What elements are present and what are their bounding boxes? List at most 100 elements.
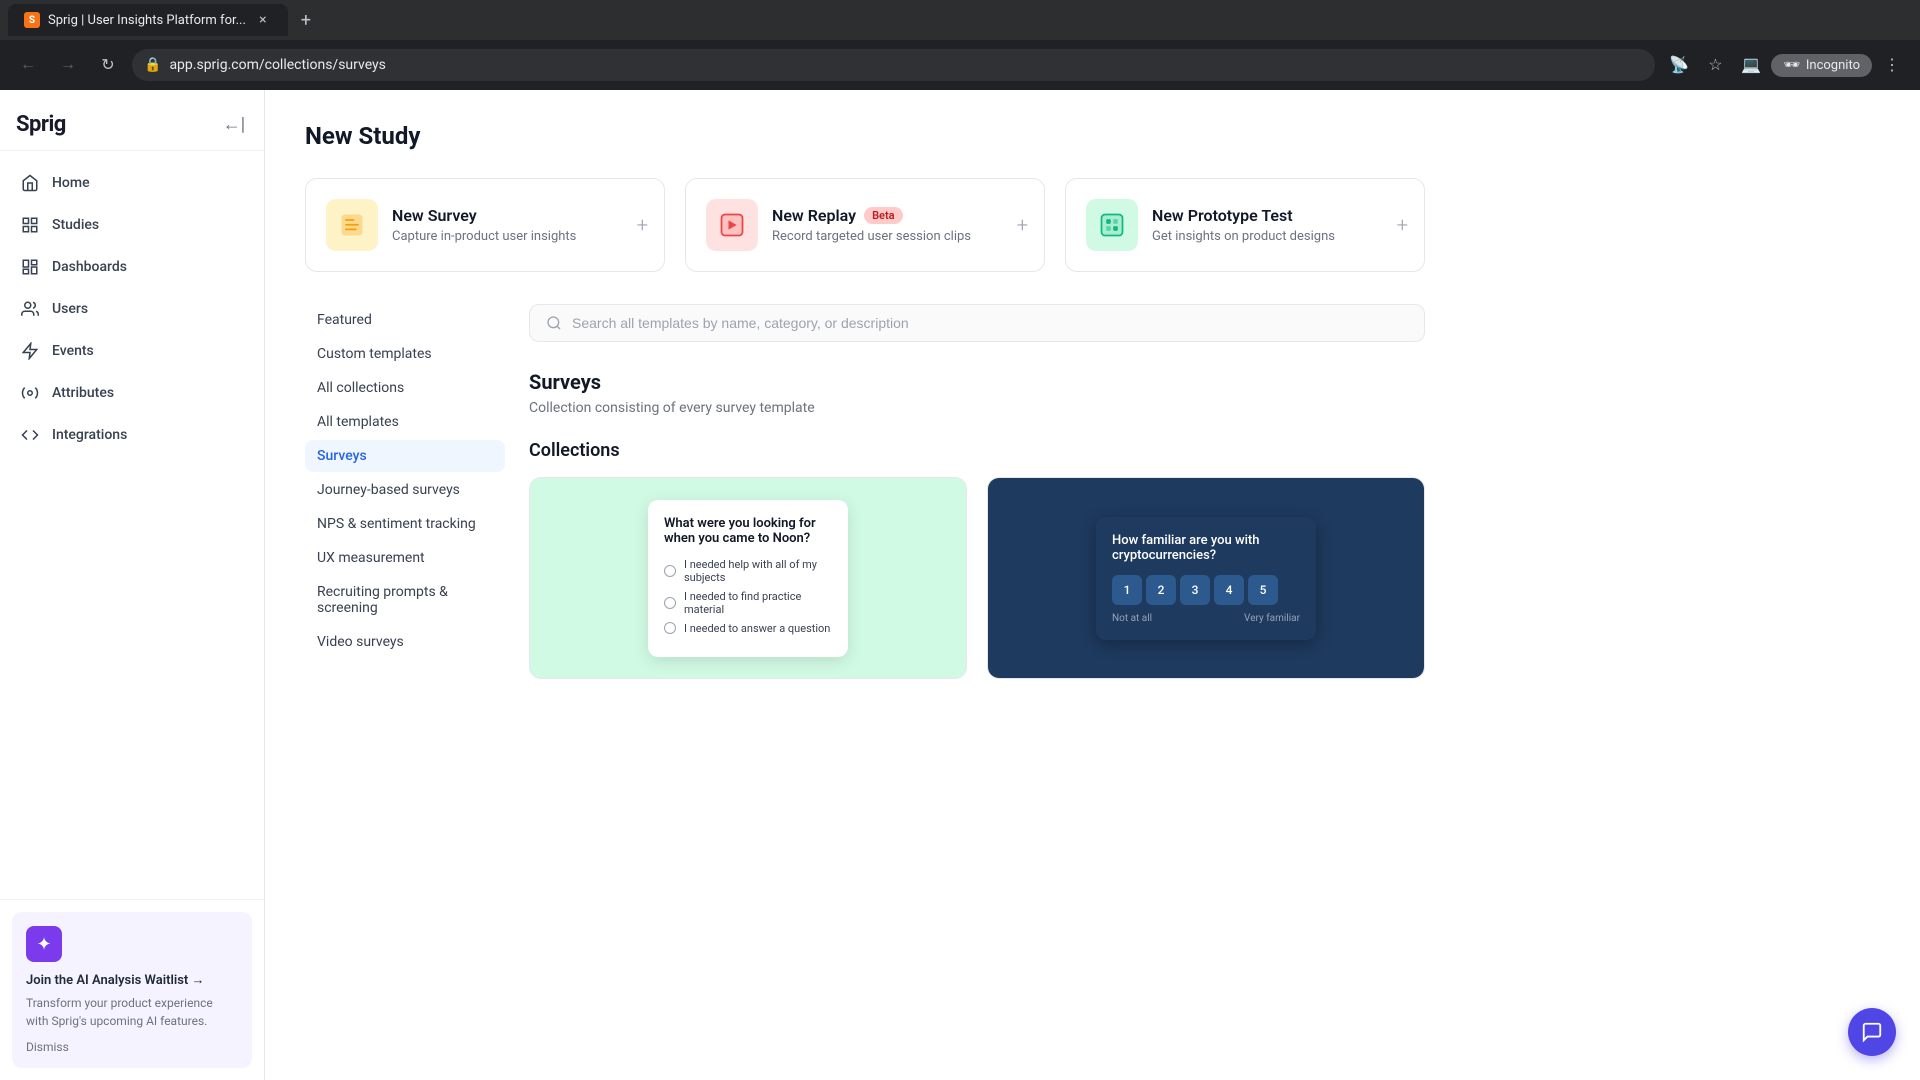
sidebar-item-attributes-label: Attributes: [52, 385, 114, 401]
incognito-icon: 🕶: [1783, 58, 1800, 73]
active-tab[interactable]: S Sprig | User Insights Platform for... …: [8, 4, 288, 36]
template-nav-all-collections[interactable]: All collections: [305, 372, 505, 404]
template-sidebar-nav: Featured Custom templates All collection…: [305, 304, 505, 679]
home-icon: [20, 173, 40, 193]
template-nav-all-templates[interactable]: All templates: [305, 406, 505, 438]
nps-question: How familiar are you with cryptocurrenci…: [1112, 533, 1300, 563]
template-nav-featured[interactable]: Featured: [305, 304, 505, 336]
collections-title: Collections: [529, 440, 1425, 461]
profile-button[interactable]: 💻: [1735, 49, 1767, 81]
sidebar-footer: ✦ Join the AI Analysis Waitlist → Transf…: [0, 899, 264, 1080]
sidebar-item-users-label: Users: [52, 301, 88, 317]
survey-card-add-button[interactable]: +: [637, 213, 648, 237]
cast-button[interactable]: 📡: [1663, 49, 1695, 81]
prototype-card-add-button[interactable]: +: [1397, 213, 1408, 237]
sidebar-item-studies-label: Studies: [52, 217, 99, 233]
sidebar-collapse-button[interactable]: ←|: [220, 110, 248, 138]
prototype-card-content: New Prototype Test Get insights on produ…: [1152, 206, 1404, 244]
sidebar-item-attributes[interactable]: Attributes: [8, 373, 256, 413]
browser-chrome: S Sprig | User Insights Platform for... …: [0, 0, 1920, 90]
browser-toolbar: ← → ↻ 🔒 app.sprig.com/collections/survey…: [0, 40, 1920, 90]
address-bar[interactable]: 🔒 app.sprig.com/collections/surveys: [132, 49, 1655, 81]
ai-banner-desc: Transform your product experience with S…: [26, 994, 238, 1030]
study-card-survey[interactable]: New Survey Capture in-product user insig…: [305, 178, 665, 272]
replay-card-content: New Replay Beta Record targeted user ses…: [772, 206, 1024, 244]
replay-icon: [706, 199, 758, 251]
sidebar-item-home[interactable]: Home: [8, 163, 256, 203]
nps-num-2: 2: [1146, 575, 1176, 605]
nps-survey-preview: How familiar are you with cryptocurrenci…: [1096, 517, 1316, 640]
nps-label-right: Very familiar: [1244, 613, 1300, 624]
template-nav-recruiting[interactable]: Recruiting prompts & screening: [305, 576, 505, 624]
journey-option-2: I needed to find practice material: [664, 590, 832, 616]
main-content: New Study New Survey: [265, 90, 1920, 1080]
ai-banner-title: Join the AI Analysis Waitlist →: [26, 972, 238, 988]
sidebar-item-events-label: Events: [52, 343, 94, 359]
collection-preview-nps: How familiar are you with cryptocurrenci…: [988, 478, 1424, 678]
ai-banner-icon: ✦: [26, 926, 62, 962]
sidebar-nav: Home Studies Dashboards: [0, 151, 264, 899]
tab-title: Sprig | User Insights Platform for...: [48, 13, 246, 28]
template-section: Featured Custom templates All collection…: [305, 304, 1425, 679]
template-nav-nps[interactable]: NPS & sentiment tracking: [305, 508, 505, 540]
sidebar-item-dashboards[interactable]: Dashboards: [8, 247, 256, 287]
studies-icon: [20, 215, 40, 235]
survey-card-content: New Survey Capture in-product user insig…: [392, 206, 644, 244]
study-card-prototype[interactable]: New Prototype Test Get insights on produ…: [1065, 178, 1425, 272]
sidebar-item-studies[interactable]: Studies: [8, 205, 256, 245]
prototype-icon: [1086, 199, 1138, 251]
study-card-replay[interactable]: New Replay Beta Record targeted user ses…: [685, 178, 1045, 272]
sidebar-item-events[interactable]: Events: [8, 331, 256, 371]
events-icon: [20, 341, 40, 361]
url-text: app.sprig.com/collections/surveys: [169, 57, 385, 73]
sidebar-item-integrations-label: Integrations: [52, 427, 127, 443]
forward-button[interactable]: →: [52, 49, 84, 81]
prototype-card-title: New Prototype Test: [1152, 206, 1404, 225]
sidebar: Sprig ←| Home Studies: [0, 90, 265, 1080]
template-nav-custom[interactable]: Custom templates: [305, 338, 505, 370]
incognito-button[interactable]: 🕶 Incognito: [1771, 54, 1872, 77]
journey-survey-preview: What were you looking for when you came …: [648, 500, 848, 657]
nps-num-4: 4: [1214, 575, 1244, 605]
attributes-icon: [20, 383, 40, 403]
chat-button[interactable]: [1848, 1008, 1896, 1056]
template-main: Surveys Collection consisting of every s…: [529, 304, 1425, 679]
sidebar-item-users[interactable]: Users: [8, 289, 256, 329]
app-layout: Sprig ←| Home Studies: [0, 90, 1920, 1080]
integrations-icon: [20, 425, 40, 445]
collection-cards: What were you looking for when you came …: [529, 477, 1425, 679]
template-nav-video[interactable]: Video surveys: [305, 626, 505, 658]
surveys-section-title: Surveys: [529, 370, 1425, 394]
template-nav-ux[interactable]: UX measurement: [305, 542, 505, 574]
template-nav-journey[interactable]: Journey-based surveys: [305, 474, 505, 506]
sidebar-logo: Sprig: [16, 112, 66, 137]
new-tab-button[interactable]: +: [292, 6, 320, 34]
menu-button[interactable]: ⋮: [1876, 49, 1908, 81]
template-nav-surveys[interactable]: Surveys: [305, 440, 505, 472]
beta-badge: Beta: [864, 207, 903, 224]
ai-banner-dismiss-button[interactable]: Dismiss: [26, 1040, 238, 1054]
collection-card-nps[interactable]: How familiar are you with cryptocurrenci…: [987, 477, 1425, 679]
back-button[interactable]: ←: [12, 49, 44, 81]
sidebar-item-integrations[interactable]: Integrations: [8, 415, 256, 455]
collection-card-journey[interactable]: What were you looking for when you came …: [529, 477, 967, 679]
users-icon: [20, 299, 40, 319]
tab-close-button[interactable]: ×: [254, 11, 272, 29]
bookmark-button[interactable]: ☆: [1699, 49, 1731, 81]
dashboards-icon: [20, 257, 40, 277]
lock-icon: 🔒: [144, 57, 161, 73]
replay-card-add-button[interactable]: +: [1017, 213, 1028, 237]
reload-button[interactable]: ↻: [92, 49, 124, 81]
surveys-section-desc: Collection consisting of every survey te…: [529, 400, 1425, 416]
replay-card-desc: Record targeted user session clips: [772, 229, 1024, 244]
nps-label-left: Not at all: [1112, 613, 1152, 624]
search-icon: [546, 315, 562, 331]
search-input[interactable]: [572, 315, 1408, 331]
replay-card-title: New Replay Beta: [772, 206, 1024, 225]
search-bar[interactable]: [529, 304, 1425, 342]
nps-numbers: 1 2 3 4 5: [1112, 575, 1300, 605]
sidebar-item-home-label: Home: [52, 175, 90, 191]
collection-preview-journey: What were you looking for when you came …: [530, 478, 966, 678]
nps-num-5: 5: [1248, 575, 1278, 605]
tab-favicon: S: [24, 12, 40, 28]
